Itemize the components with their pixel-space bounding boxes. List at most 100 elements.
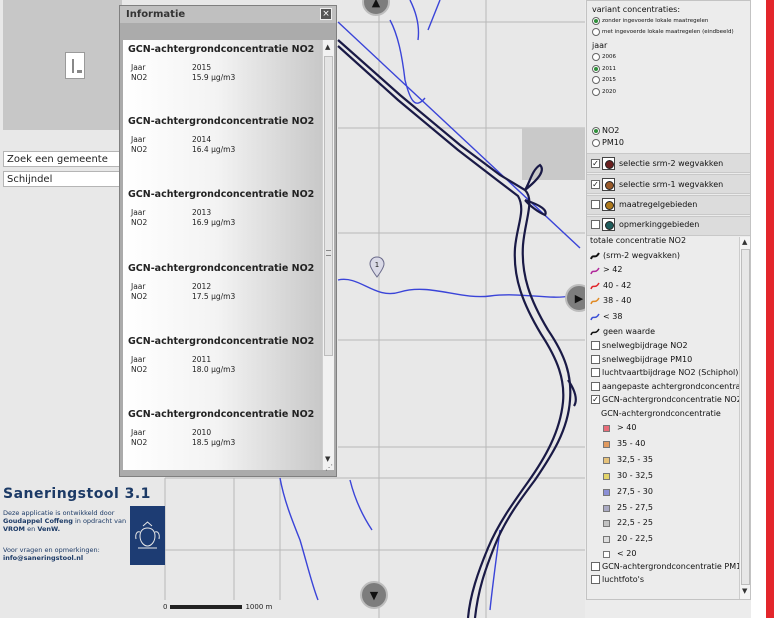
- gcn-legend-heading: GCN-achtergrondconcentratie: [601, 409, 721, 418]
- contact-text: Voor vragen en opmerkingen: info@sanerin…: [3, 546, 100, 562]
- overlay-label: luchtfoto's: [602, 575, 645, 584]
- class-label: < 20: [617, 549, 637, 558]
- pollutant-label: NO2: [602, 126, 620, 135]
- info-record: GCN-achtergrondconcentratie NO2 Jaar 2012…: [128, 263, 318, 302]
- overlay-checkbox-luchtfoto[interactable]: [591, 575, 600, 584]
- year-radio-2011[interactable]: [592, 65, 600, 73]
- overlay-checkbox[interactable]: [591, 341, 600, 350]
- info-panel[interactable]: Informatie × GCN-achtergrondconcentratie…: [119, 5, 337, 477]
- legend-scrollbar[interactable]: ▲ ▼: [739, 237, 750, 599]
- info-panel-header[interactable]: Informatie ×: [120, 6, 336, 23]
- info-scrollbar[interactable]: ▲ ▼: [322, 40, 334, 470]
- overview-viewport[interactable]: [65, 52, 85, 79]
- overlay-label: aangepaste achtergrondconcentra: [602, 382, 741, 391]
- scroll-up-icon[interactable]: ▲: [325, 43, 330, 51]
- scroll-down-icon[interactable]: ▼: [742, 587, 747, 595]
- app-title: Saneringstool 3.1: [3, 486, 151, 502]
- variant-label: met ingevoerde lokale maatregelen (eindb…: [602, 29, 734, 35]
- arrow-up-icon: ▲: [371, 0, 381, 9]
- info-record: GCN-achtergrondconcentratie NO2 Jaar 2011…: [128, 336, 318, 375]
- class-swatch: [603, 505, 610, 512]
- overlay-checkbox-gcn-pm10[interactable]: [591, 562, 600, 571]
- class-label: 27,5 - 30: [617, 487, 653, 496]
- info-panel-title: Informatie: [126, 9, 186, 20]
- line-class-label: > 42: [603, 265, 623, 274]
- scroll-thumb[interactable]: [324, 56, 333, 356]
- opmerking-layer-icon: [602, 218, 615, 231]
- layer-label: selectie srm-1 wegvakken: [619, 180, 724, 189]
- class-swatch: [603, 536, 610, 543]
- close-icon[interactable]: ×: [320, 8, 332, 20]
- line-class-icon: [590, 252, 600, 260]
- class-label: 25 - 27,5: [617, 503, 653, 512]
- layer-label: opmerkinggebieden: [619, 220, 700, 229]
- layer-checkbox-opmerking[interactable]: [591, 220, 600, 229]
- line-class-label: < 38: [603, 312, 623, 321]
- line-class-label: 40 - 42: [603, 281, 632, 290]
- class-swatch: [603, 551, 610, 558]
- record-title: GCN-achtergrondconcentratie NO2: [128, 336, 315, 347]
- overlay-checkbox[interactable]: [591, 355, 600, 364]
- pan-down-button[interactable]: ▼: [360, 581, 388, 609]
- info-panel-body: GCN-achtergrondconcentratie NO2 Jaar 2015…: [123, 40, 334, 470]
- class-label: 22,5 - 25: [617, 518, 653, 527]
- pollutant-radio-pm10[interactable]: [592, 139, 600, 147]
- class-swatch: [603, 473, 610, 480]
- overlay-checkbox[interactable]: [591, 368, 600, 377]
- class-label: 32,5 - 35: [617, 455, 653, 464]
- year-label: 2015: [602, 77, 616, 83]
- scale-bar: 0 1000 m: [163, 603, 273, 611]
- year-heading: jaar: [592, 41, 608, 50]
- line-class-icon: [590, 282, 600, 290]
- maatregel-layer-icon: [602, 198, 615, 211]
- year-label: 2011: [602, 66, 616, 72]
- class-label: > 40: [617, 423, 637, 432]
- contact-email-link[interactable]: info@saneringstool.nl: [3, 554, 83, 562]
- window-gap: [751, 0, 766, 618]
- scroll-thumb[interactable]: [741, 249, 750, 585]
- line-class-icon: [590, 313, 600, 321]
- legend-panel: variant concentraties: zonder ingevoerde…: [586, 0, 751, 600]
- overlay-checkbox[interactable]: [591, 382, 600, 391]
- line-class-label: geen waarde: [603, 327, 656, 336]
- total-concentration-heading: totale concentratie NO2: [590, 236, 687, 245]
- class-swatch: [603, 425, 610, 432]
- layer-checkbox-srm1[interactable]: ✓: [591, 180, 600, 189]
- year-radio-2006[interactable]: [592, 53, 600, 61]
- variant-label: zonder ingevoerde lokale maatregelen: [602, 18, 709, 24]
- pan-up-button[interactable]: ▲: [362, 0, 390, 16]
- info-record: GCN-achtergrondconcentratie NO2 Jaar 2013…: [128, 189, 318, 228]
- layer-checkbox-maatregel[interactable]: [591, 200, 600, 209]
- branding-block: Saneringstool 3.1 Deze applicatie is ont…: [3, 486, 171, 576]
- pan-right-button[interactable]: ▶: [565, 284, 585, 312]
- municipality-field[interactable]: Schijndel: [3, 171, 122, 187]
- arrow-down-icon: ▼: [369, 588, 379, 602]
- year-radio-2020[interactable]: [592, 88, 600, 96]
- layer-checkbox-srm2[interactable]: ✓: [591, 159, 600, 168]
- overlay-label: GCN-achtergrondconcentratie NO2: [602, 395, 742, 404]
- class-swatch: [603, 441, 610, 448]
- search-input[interactable]: Zoek een gemeente: [3, 151, 122, 167]
- year-radio-2015[interactable]: [592, 76, 600, 84]
- variant-radio-1[interactable]: [592, 28, 600, 36]
- year-label: 2020: [602, 89, 616, 95]
- overlay-label: luchtvaartbijdrage NO2 (Schiphol): [602, 368, 739, 377]
- class-label: 20 - 22,5: [617, 534, 653, 543]
- line-class-icon: [590, 328, 600, 336]
- record-title: GCN-achtergrondconcentratie NO2: [128, 263, 315, 274]
- overview-map[interactable]: [3, 0, 122, 130]
- resize-grip-icon[interactable]: ⋰: [325, 463, 333, 472]
- overlay-checkbox-gcn-no2[interactable]: ✓: [591, 395, 600, 404]
- line-class-label: 38 - 40: [603, 296, 632, 305]
- class-swatch: [603, 489, 610, 496]
- map-marker-icon[interactable]: 1: [369, 256, 385, 278]
- class-swatch: [603, 457, 610, 464]
- scroll-down-icon[interactable]: ▼: [325, 455, 330, 463]
- variant-heading: variant concentraties:: [592, 5, 681, 14]
- highway-road: [337, 39, 577, 618]
- scroll-up-icon[interactable]: ▲: [742, 238, 747, 246]
- variant-radio-0[interactable]: [592, 17, 600, 25]
- info-record: GCN-achtergrondconcentratie NO2 Jaar 2010…: [128, 409, 318, 448]
- info-record: GCN-achtergrondconcentratie NO2 Jaar 2015…: [128, 44, 318, 83]
- pollutant-radio-no2[interactable]: [592, 127, 600, 135]
